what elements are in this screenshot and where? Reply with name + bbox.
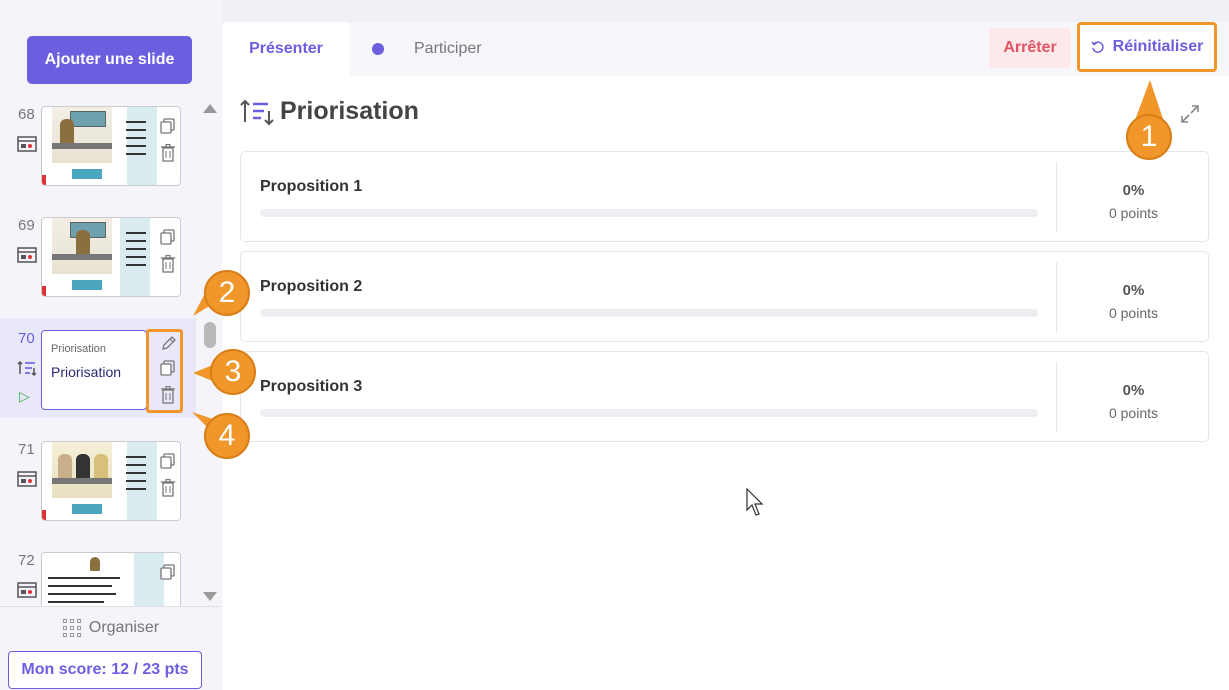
reset-icon: [1091, 41, 1104, 53]
slide-type-icon: [17, 582, 37, 598]
prioritization-icon: [240, 99, 274, 125]
scroll-down-arrow-icon[interactable]: [203, 592, 217, 601]
stop-button[interactable]: Arrêter: [989, 28, 1071, 68]
delete-icon[interactable]: [160, 479, 176, 497]
proposition-points: 0 points: [1108, 205, 1159, 221]
scroll-up-arrow-icon[interactable]: [203, 104, 217, 113]
proposition-progress-bar: [260, 309, 1038, 317]
slide-number: 69: [18, 217, 35, 234]
slide-item-71[interactable]: 71: [0, 435, 195, 535]
slide-type-icon: [17, 471, 37, 487]
duplicate-icon[interactable]: [160, 564, 176, 582]
proposition-progress-bar: [260, 209, 1038, 217]
grid-icon: [62, 618, 81, 637]
tab-participate-label: Participer: [414, 40, 482, 57]
slide-item-69[interactable]: 69: [0, 211, 195, 311]
slide-number: 70: [18, 330, 35, 347]
mouse-cursor-icon: [746, 488, 764, 516]
page-title: Priorisation: [280, 97, 419, 125]
main-panel: Présenter Participer Arrêter Réinitialis…: [222, 22, 1229, 690]
organise-button[interactable]: Organiser: [0, 606, 222, 648]
proposition-progress-bar: [260, 409, 1038, 417]
callout-1-badge: 1: [1126, 114, 1172, 160]
slides-sidebar: Ajouter une slide 68 69 70 ▷ Priorisatio…: [0, 0, 222, 690]
slide-number: 71: [18, 441, 35, 458]
proposition-label: Proposition 3: [260, 378, 363, 395]
proposition-points: 0 points: [1108, 405, 1159, 421]
slide-type-icon: [17, 136, 37, 152]
callout-3-badge: 3: [210, 349, 256, 395]
fullscreen-icon[interactable]: [1180, 104, 1200, 124]
tab-present[interactable]: Présenter: [222, 22, 350, 76]
add-slide-button[interactable]: Ajouter une slide: [27, 36, 192, 84]
slide-list-scrollbar[interactable]: [201, 100, 219, 606]
duplicate-icon[interactable]: [160, 118, 176, 136]
prioritization-icon: [17, 360, 37, 376]
delete-icon[interactable]: [160, 144, 176, 162]
slide-item-68[interactable]: 68: [0, 100, 195, 200]
proposition-points: 0 points: [1108, 305, 1159, 321]
proposition-percent: 0%: [1122, 182, 1145, 199]
proposition-card: Proposition 3 0% 0 points: [240, 351, 1209, 442]
reset-button[interactable]: Réinitialiser: [1077, 22, 1217, 72]
proposition-card: Proposition 2 0% 0 points: [240, 251, 1209, 342]
thumbnail-type-label: Priorisation: [51, 343, 107, 355]
scrollbar-thumb[interactable]: [204, 322, 216, 348]
slide-thumbnail[interactable]: Priorisation Priorisation: [41, 330, 147, 410]
delete-icon[interactable]: [160, 255, 176, 273]
slide-item-72[interactable]: 72: [0, 546, 195, 606]
slide-number: 72: [18, 552, 35, 569]
page-header: Priorisation: [240, 97, 419, 126]
proposition-percent: 0%: [1122, 282, 1145, 299]
tab-participate[interactable]: Participer: [372, 22, 482, 76]
slide-actions-highlight: [146, 329, 183, 413]
duplicate-icon[interactable]: [160, 229, 176, 247]
proposition-card: Proposition 1 0% 0 points: [240, 151, 1209, 242]
live-dot-icon: [372, 43, 384, 55]
organise-label: Organiser: [88, 618, 160, 636]
tab-bar: Présenter Participer Arrêter Réinitialis…: [222, 22, 1229, 76]
slide-list: 68 69 70 ▷ Priorisation Priorisation 71 …: [0, 100, 222, 606]
proposition-label: Proposition 1: [260, 178, 363, 195]
callout-2-badge: 2: [204, 270, 250, 316]
proposition-percent: 0%: [1122, 382, 1145, 399]
slide-number: 68: [18, 106, 35, 123]
duplicate-icon[interactable]: [160, 453, 176, 471]
proposition-label: Proposition 2: [260, 278, 363, 295]
thumbnail-title: Priorisation: [51, 364, 122, 380]
reset-label: Réinitialiser: [1112, 38, 1204, 55]
callout-4-badge: 4: [204, 413, 250, 459]
slide-type-icon: [17, 247, 37, 263]
play-icon[interactable]: ▷: [19, 388, 30, 405]
score-button[interactable]: Mon score: 12 / 23 pts: [8, 651, 202, 689]
